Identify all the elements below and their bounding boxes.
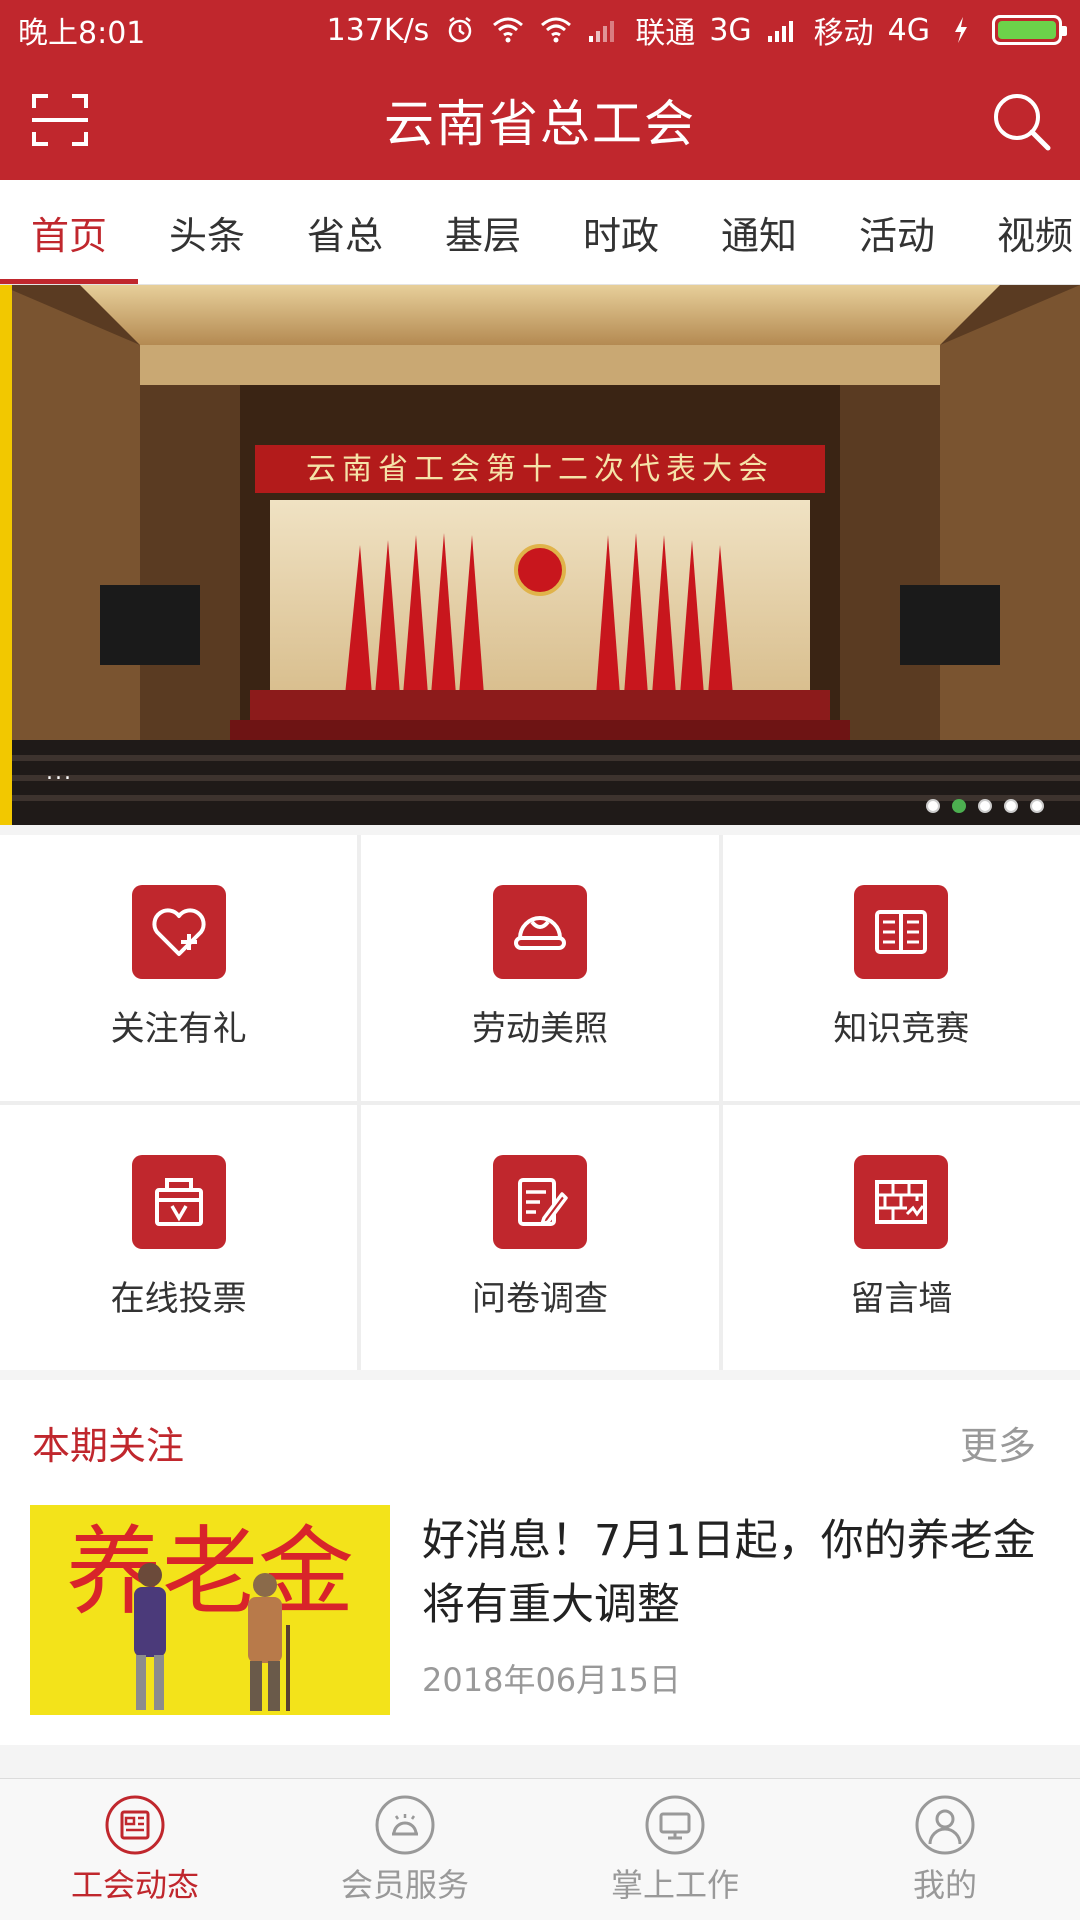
grid-item-knowledge-quiz[interactable]: 知识竞赛: [722, 835, 1080, 1101]
nav-label: 掌上工作: [610, 1865, 739, 1904]
news-thumbnail: 养老金: [30, 1505, 390, 1715]
network-speed: 137K/s: [326, 12, 430, 48]
status-bar: 晚上8:01 137K/s 联通 3G 移动 4G: [0, 0, 1080, 60]
news-title[interactable]: 好消息！7月1日起，你的养老金将有重大调整: [422, 1509, 1050, 1637]
tab-videos[interactable]: 视频: [966, 180, 1080, 284]
tab-notices[interactable]: 通知: [690, 180, 828, 284]
section-header: 本期关注 更多: [0, 1380, 1080, 1505]
grid-label: 留言墙: [850, 1278, 953, 1319]
book-icon: [854, 885, 949, 980]
network-type-1: 3G: [709, 12, 752, 48]
banner-carousel[interactable]: 云南省工会第十二次代表大会 ...: [0, 285, 1080, 825]
banner-ellipsis: ...: [46, 760, 73, 785]
carousel-dot[interactable]: [978, 799, 992, 813]
service-bell-icon: [375, 1795, 435, 1854]
news-item[interactable]: 养老金 好消息！7月1日起，你的养老金将有重大调整 2018年06月15日: [0, 1505, 1080, 1715]
banner-edge-strip: [0, 285, 12, 825]
monitor-icon: [645, 1795, 705, 1854]
ballot-box-icon: [131, 1154, 226, 1249]
banner-caption: 云南省工会第十二次代表大会: [306, 452, 774, 487]
search-icon[interactable]: [990, 90, 1052, 152]
wifi-icon-2: [539, 13, 573, 47]
charging-icon: [944, 13, 978, 47]
grid-label: 问卷调查: [471, 1278, 608, 1319]
nav-member-services[interactable]: 会员服务: [270, 1779, 540, 1920]
grid-label: 知识竞赛: [833, 1009, 970, 1050]
app-title: 云南省总工会: [384, 95, 696, 153]
brick-wall-icon: [854, 1154, 949, 1249]
signal-icon-2: [766, 13, 800, 47]
featured-section: 本期关注 更多 养老金 好消息！7月1日起，你的养老金将有重大调整 2018年0…: [0, 1380, 1080, 1745]
section-title: 本期关注: [32, 1424, 185, 1468]
carrier-2: 移动: [813, 16, 874, 51]
grid-label: 关注有礼: [110, 1009, 247, 1050]
app-bar: 云南省总工会: [0, 60, 1080, 180]
carrier-1: 联通: [635, 16, 696, 51]
survey-icon: [492, 1154, 587, 1249]
thumb-text: 养老金: [66, 1516, 354, 1628]
nav-label: 工会动态: [70, 1865, 199, 1904]
category-tabs: 首页 头条 省总 基层 时政 通知 活动 视频: [0, 180, 1080, 285]
signal-icon: [587, 13, 621, 47]
nav-label: 会员服务: [340, 1865, 469, 1904]
tab-headlines[interactable]: 头条: [138, 180, 276, 284]
grid-item-survey[interactable]: 问卷调查: [361, 1104, 719, 1370]
carousel-indicators: [926, 799, 1044, 813]
heart-plus-icon: [131, 885, 226, 980]
user-icon: [915, 1795, 975, 1854]
nav-me[interactable]: 我的: [810, 1779, 1080, 1920]
news-body: 好消息！7月1日起，你的养老金将有重大调整 2018年06月15日: [390, 1505, 1050, 1715]
grid-item-follow-gift[interactable]: 关注有礼: [0, 835, 358, 1101]
bottom-navigation: 工会动态 会员服务 掌上工作 我的: [0, 1778, 1080, 1920]
grid-label: 劳动美照: [471, 1009, 608, 1050]
grid-label: 在线投票: [110, 1278, 247, 1319]
grid-item-message-wall[interactable]: 留言墙: [722, 1104, 1080, 1370]
tab-home[interactable]: 首页: [0, 180, 138, 284]
status-indicators: 137K/s 联通 3G 移动 4G: [326, 8, 1067, 52]
nav-mobile-work[interactable]: 掌上工作: [540, 1779, 810, 1920]
feature-grid: 关注有礼 劳动美照 知识竞赛 在线投票 问卷调查 留言墙: [0, 835, 1080, 1370]
carousel-dot-active[interactable]: [952, 799, 966, 813]
wifi-icon: [491, 13, 525, 47]
network-type-2: 4G: [887, 12, 930, 48]
alarm-icon: [443, 13, 477, 47]
nav-label: 我的: [912, 1865, 977, 1904]
news-date: 2018年06月15日: [422, 1661, 681, 1699]
carousel-dot[interactable]: [1004, 799, 1018, 813]
tab-politics[interactable]: 时政: [552, 180, 690, 284]
banner-image: 云南省工会第十二次代表大会: [0, 285, 1080, 825]
tab-grassroots[interactable]: 基层: [414, 180, 552, 284]
news-icon: [105, 1795, 165, 1854]
nav-union-news[interactable]: 工会动态: [0, 1779, 270, 1920]
tab-activities[interactable]: 活动: [828, 180, 966, 284]
carousel-dot[interactable]: [926, 799, 940, 813]
more-link[interactable]: 更多: [960, 1415, 1036, 1470]
battery-icon: [992, 15, 1067, 45]
hardhat-icon: [492, 885, 587, 980]
tab-province[interactable]: 省总: [276, 180, 414, 284]
status-time: 晚上8:01: [18, 16, 146, 51]
carousel-dot[interactable]: [1030, 799, 1044, 813]
scan-icon[interactable]: [30, 92, 90, 148]
grid-item-online-vote[interactable]: 在线投票: [0, 1104, 358, 1370]
grid-item-labor-photos[interactable]: 劳动美照: [361, 835, 719, 1101]
